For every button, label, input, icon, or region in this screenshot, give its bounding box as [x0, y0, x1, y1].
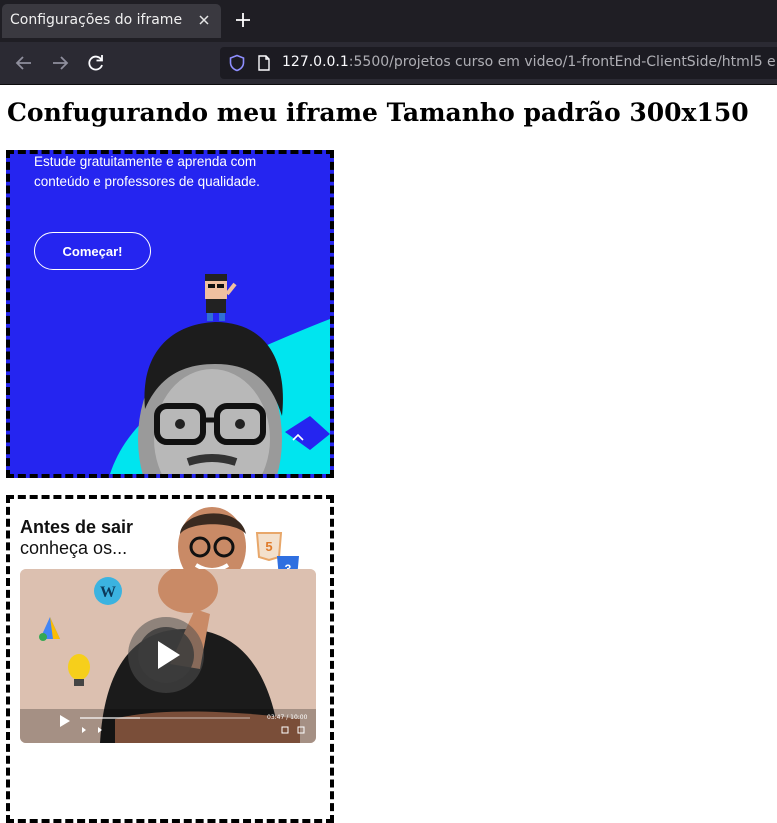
start-button[interactable]: Começar!: [34, 232, 151, 270]
tab-active[interactable]: Configurações do iframe: [2, 4, 221, 38]
page-content: Confugurando meu iframe Tamanho padrão 3…: [0, 85, 777, 823]
url-path: :5500/projetos curso em video/1-frontEnd…: [348, 54, 776, 70]
iframe-video-promo[interactable]: Antes de sair conheça os... 5 3: [6, 495, 334, 823]
tab-bar: Configurações do iframe: [0, 0, 777, 42]
navigation-toolbar: 127.0.0.1:5500/projetos curso em video/1…: [0, 42, 777, 85]
new-tab-icon[interactable]: [234, 11, 252, 29]
address-bar[interactable]: 127.0.0.1:5500/projetos curso em video/1…: [220, 47, 777, 79]
reload-icon[interactable]: [86, 53, 106, 73]
url-host: 127.0.0.1: [282, 54, 349, 70]
url-text: 127.0.0.1:5500/projetos curso em video/1…: [282, 54, 776, 70]
iframe-curso-em-video[interactable]: Estude gratuitamente e aprenda com conte…: [6, 150, 334, 478]
back-arrow-icon[interactable]: [14, 53, 34, 73]
shield-icon[interactable]: [228, 54, 246, 72]
page-heading: Confugurando meu iframe Tamanho padrão 3…: [7, 98, 749, 127]
presenter-illustration: [178, 507, 246, 579]
hero-description: Estude gratuitamente e aprenda com conte…: [34, 154, 260, 189]
video-player[interactable]: W 03:47 / 10:00: [20, 569, 316, 743]
tab-title: Configurações do iframe: [10, 12, 183, 28]
close-icon[interactable]: [197, 13, 211, 27]
hero-illustration: [110, 274, 330, 474]
forward-arrow-icon[interactable]: [50, 53, 70, 73]
promo-subtitle: conheça os...: [20, 538, 128, 558]
page-icon: [258, 55, 270, 71]
svg-text:5: 5: [265, 539, 272, 554]
svg-text:W: W: [100, 584, 116, 601]
video-time: 03:47 / 10:00: [267, 714, 308, 721]
promo-title: Antes de sair: [20, 517, 134, 537]
